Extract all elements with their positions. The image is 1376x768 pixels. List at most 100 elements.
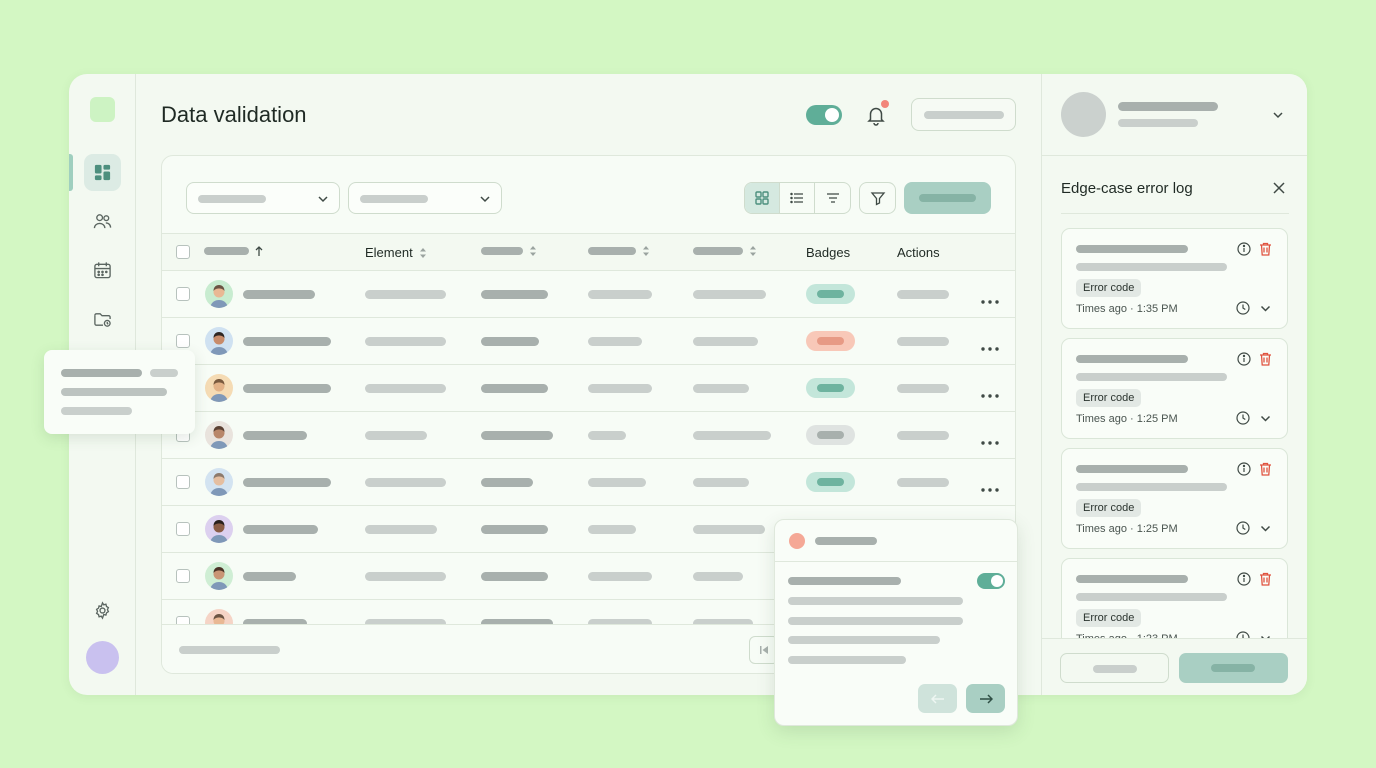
table-header: Element Badges Actions xyxy=(162,233,1015,271)
sort-button[interactable] xyxy=(815,183,850,213)
cell-placeholder xyxy=(243,384,331,393)
close-icon[interactable] xyxy=(1273,182,1285,194)
select-all-checkbox[interactable] xyxy=(176,245,190,259)
row-checkbox[interactable] xyxy=(176,569,190,583)
grid-view-button[interactable] xyxy=(745,183,780,213)
cell-placeholder xyxy=(588,337,642,346)
column-header-element[interactable]: Element xyxy=(365,245,427,260)
info-icon[interactable] xyxy=(1237,572,1251,586)
sidebar-item-dashboard[interactable] xyxy=(84,154,121,191)
primary-action-button[interactable] xyxy=(904,182,991,214)
active-indicator xyxy=(69,154,73,191)
sort-icon xyxy=(419,247,426,258)
chevron-down-icon[interactable] xyxy=(1272,110,1284,120)
sidebar-item-settings[interactable] xyxy=(84,592,121,629)
cell-placeholder xyxy=(365,525,437,534)
error-code-badge: Error code xyxy=(1076,499,1142,517)
trash-icon[interactable] xyxy=(1259,242,1272,256)
cell-placeholder xyxy=(365,384,446,393)
trash-icon[interactable] xyxy=(1259,462,1272,476)
cell-placeholder xyxy=(693,384,749,393)
popover-toggle[interactable] xyxy=(977,573,1005,589)
profile-header[interactable] xyxy=(1042,74,1307,156)
chevron-down-icon[interactable] xyxy=(1260,414,1271,423)
column-label: Badges xyxy=(806,245,851,260)
secondary-button[interactable] xyxy=(1060,653,1169,683)
clock-icon[interactable] xyxy=(1236,301,1250,315)
avatar xyxy=(205,327,233,355)
info-icon[interactable] xyxy=(1237,352,1251,366)
more-options-icon[interactable] xyxy=(980,480,1000,492)
avatar xyxy=(205,562,233,590)
more-options-icon[interactable] xyxy=(980,339,1000,351)
table-row[interactable] xyxy=(162,412,1015,459)
error-code-badge: Error code xyxy=(1076,279,1142,297)
user-avatar[interactable] xyxy=(86,641,119,674)
row-checkbox[interactable] xyxy=(176,334,190,348)
sidebar-item-users[interactable] xyxy=(84,203,121,240)
info-icon[interactable] xyxy=(1237,462,1251,476)
more-options-icon[interactable] xyxy=(980,386,1000,398)
floating-card xyxy=(44,350,195,434)
notification-dot xyxy=(881,100,889,108)
table-row[interactable] xyxy=(162,318,1015,365)
clock-icon[interactable] xyxy=(1236,521,1250,535)
error-log-item[interactable]: Error code Times ago · 1:35 PM xyxy=(1061,228,1288,329)
column-header-name[interactable] xyxy=(204,245,263,257)
cell-placeholder xyxy=(588,290,652,299)
cell-placeholder xyxy=(588,384,652,393)
primary-button[interactable] xyxy=(1179,653,1288,683)
column-header-4[interactable] xyxy=(588,245,650,257)
cell-placeholder xyxy=(481,431,553,440)
list-view-button[interactable] xyxy=(780,183,815,213)
cell-placeholder xyxy=(481,572,548,581)
table-row[interactable] xyxy=(162,365,1015,412)
previous-button[interactable] xyxy=(918,684,957,713)
status-badge xyxy=(806,284,855,304)
row-checkbox[interactable] xyxy=(176,475,190,489)
error-log-item[interactable]: Error code Times ago · 1:25 PM xyxy=(1061,338,1288,439)
settings-icon xyxy=(95,601,110,620)
status-badge xyxy=(806,331,855,351)
info-icon[interactable] xyxy=(1237,242,1251,256)
clock-icon[interactable] xyxy=(1236,631,1250,638)
error-log-item[interactable]: Error code Times ago · 1:25 PM xyxy=(1061,448,1288,549)
cell-placeholder xyxy=(897,337,949,346)
error-log-item[interactable]: Error codeTimes ago · 1:23 PM xyxy=(1061,558,1288,638)
status-badge xyxy=(806,425,855,445)
avatar xyxy=(205,374,233,402)
more-options-icon[interactable] xyxy=(980,433,1000,445)
clock-icon[interactable] xyxy=(1236,411,1250,425)
trash-icon[interactable] xyxy=(1259,572,1272,586)
error-timestamp: Times ago · 1:25 PM xyxy=(1076,523,1178,535)
cell-placeholder xyxy=(481,290,548,299)
column-header-5[interactable] xyxy=(693,245,757,257)
table-row[interactable] xyxy=(162,271,1015,318)
filter-select-1[interactable] xyxy=(186,182,340,214)
cell-placeholder xyxy=(693,290,766,299)
filter-select-2[interactable] xyxy=(348,182,502,214)
column-header-3[interactable] xyxy=(481,245,537,257)
table-row[interactable] xyxy=(162,459,1015,506)
cell-placeholder xyxy=(365,478,446,487)
chevron-down-icon[interactable] xyxy=(1260,524,1271,533)
header-toggle[interactable] xyxy=(806,105,842,125)
cell-placeholder xyxy=(243,572,296,581)
cell-placeholder xyxy=(588,431,626,440)
next-button[interactable] xyxy=(966,684,1005,713)
chevron-down-icon[interactable] xyxy=(1260,304,1271,313)
header-button[interactable] xyxy=(911,98,1016,131)
more-options-icon[interactable] xyxy=(980,292,1000,304)
sidebar-item-calendar[interactable] xyxy=(84,252,121,289)
cell-placeholder xyxy=(243,525,318,534)
cell-placeholder xyxy=(693,572,743,581)
trash-icon[interactable] xyxy=(1259,352,1272,366)
row-checkbox[interactable] xyxy=(176,522,190,536)
chevron-down-icon xyxy=(480,196,490,203)
cell-placeholder xyxy=(243,290,315,299)
cell-placeholder xyxy=(897,290,949,299)
cell-placeholder xyxy=(897,384,949,393)
filter-button[interactable] xyxy=(859,182,896,214)
sidebar-item-folder[interactable] xyxy=(84,301,121,338)
row-checkbox[interactable] xyxy=(176,287,190,301)
